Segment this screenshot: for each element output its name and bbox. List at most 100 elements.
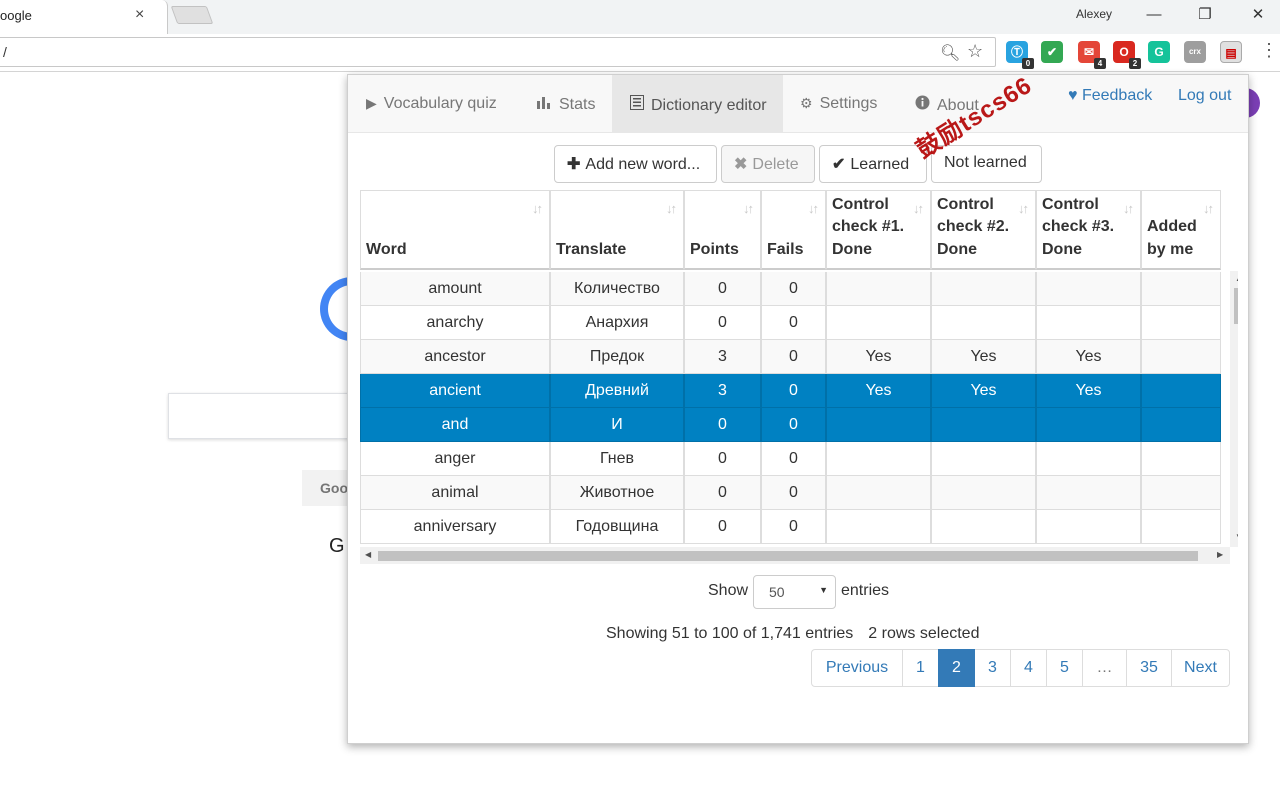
minimize-button[interactable]: —	[1142, 4, 1166, 26]
learned-button[interactable]: ✔ Learned	[819, 145, 927, 183]
table-row[interactable]: anarchy Анархия 0 0	[360, 306, 1221, 340]
scroll-left-icon[interactable]: ◀	[365, 550, 371, 559]
check-ext-icon[interactable]: ✔	[1041, 41, 1063, 63]
horizontal-scrollbar[interactable]: ◀ ▶	[360, 547, 1230, 564]
cell-fails: 0	[761, 340, 826, 374]
column-header-fails[interactable]: Fails ↓↑	[761, 190, 826, 270]
column-header-added-by-me[interactable]: Added by me ↓↑	[1141, 190, 1221, 270]
cell-control-check-1	[826, 476, 931, 510]
cell-control-check-2	[931, 306, 1036, 340]
horizontal-scroll-thumb[interactable]	[378, 551, 1198, 561]
cell-fails: 0	[761, 510, 826, 544]
column-header-label: Translate	[556, 240, 627, 258]
profile-name[interactable]: Alexey	[1076, 7, 1112, 21]
scroll-right-icon[interactable]: ▶	[1217, 550, 1223, 559]
column-header-control-check-1[interactable]: Control check #1. Done ↓↑	[826, 190, 931, 270]
page-5-button[interactable]: 5	[1046, 649, 1083, 687]
mail-ext-icon[interactable]: ✉ 4	[1078, 41, 1106, 69]
zoom-icon[interactable]: 🔍︎	[940, 43, 960, 63]
delete-button[interactable]: ✖ Delete	[721, 145, 815, 183]
table-row[interactable]: anniversary Годовщина 0 0	[360, 510, 1221, 544]
page-length-select[interactable]: 50 ▼	[753, 575, 836, 609]
vertical-scrollbar[interactable]: ▲ ▼	[1230, 271, 1238, 547]
page-1-button[interactable]: 1	[902, 649, 939, 687]
cell-control-check-1	[826, 272, 931, 306]
column-header-label: Fails	[767, 240, 804, 258]
tab-settings[interactable]: ⚙ Settings	[782, 75, 893, 133]
dictionary-ext-icon[interactable]: ▤	[1220, 41, 1242, 63]
vertical-scroll-thumb[interactable]	[1234, 288, 1238, 324]
cell-control-check-3: Yes	[1036, 340, 1141, 374]
tab-stats[interactable]: Stats	[518, 75, 611, 133]
column-header-translate[interactable]: Translate ↓↑	[550, 190, 684, 270]
sort-icon: ↓↑	[1018, 201, 1029, 216]
bookmark-star-icon[interactable]: ☆	[967, 41, 983, 62]
page-4-button[interactable]: 4	[1010, 649, 1047, 687]
list-icon	[630, 95, 644, 113]
column-header-control-check-3[interactable]: Control check #3. Done ↓↑	[1036, 190, 1141, 270]
cell-translate: Предок	[550, 340, 684, 374]
next-page-button[interactable]: Next	[1171, 649, 1230, 687]
table-row[interactable]: ancestor Предок 3 0 Yes Yes Yes	[360, 340, 1221, 374]
cell-control-check-2	[931, 510, 1036, 544]
cell-control-check-3	[1036, 442, 1141, 476]
x-icon: ✖	[734, 156, 748, 173]
cell-added-by-me	[1141, 272, 1221, 306]
previous-page-button[interactable]: Previous	[811, 649, 903, 687]
feedback-link[interactable]: ♥ Feedback	[1068, 87, 1152, 105]
translate-ext-icon[interactable]: Ⓣ 0	[1006, 41, 1034, 69]
logout-link[interactable]: Log out	[1178, 87, 1231, 105]
column-header-label: Added by me	[1147, 218, 1197, 258]
entries-label: entries	[841, 582, 890, 599]
table-row[interactable]: animal Животное 0 0	[360, 476, 1221, 510]
cell-word: anarchy	[360, 306, 550, 340]
play-icon: ▶	[366, 95, 377, 111]
page-2-button[interactable]: 2	[938, 649, 975, 687]
scroll-down-icon[interactable]: ▼	[1235, 532, 1238, 541]
cell-fails: 0	[761, 272, 826, 306]
cell-control-check-2	[931, 442, 1036, 476]
page-35-button[interactable]: 35	[1126, 649, 1172, 687]
new-tab-button[interactable]	[170, 6, 214, 24]
tab-vocabulary-quiz[interactable]: ▶ Vocabulary quiz	[348, 75, 513, 133]
browser-menu-icon[interactable]: ⋮	[1260, 40, 1278, 61]
cell-control-check-1: Yes	[826, 340, 931, 374]
table-row[interactable]: and И 0 0	[360, 408, 1221, 442]
cell-control-check-2	[931, 272, 1036, 306]
column-header-word[interactable]: Word ↓↑	[360, 190, 550, 270]
add-word-button[interactable]: ✚ Add new word...	[554, 145, 717, 183]
learned-label: Learned	[850, 156, 910, 173]
table-body: amount Количество 0 0 anarchy Анархия 0 0 ancest…	[360, 272, 1221, 544]
restore-button[interactable]: ❐	[1193, 4, 1217, 26]
tab-close-icon[interactable]: ×	[135, 6, 144, 24]
cell-translate: Животное	[550, 476, 684, 510]
cell-control-check-1	[826, 442, 931, 476]
feedback-label: Feedback	[1081, 87, 1153, 104]
plus-icon: ✚	[567, 156, 581, 173]
address-text: /	[3, 44, 7, 60]
table-row[interactable]: anger Гнев 0 0	[360, 442, 1221, 476]
sort-icon: ↓↑	[666, 201, 677, 216]
google-search-box[interactable]	[168, 393, 368, 439]
page-3-button[interactable]: 3	[974, 649, 1011, 687]
crx-ext-icon[interactable]: crx	[1184, 41, 1206, 63]
tab-label: Vocabulary quiz	[383, 95, 497, 112]
table-row[interactable]: amount Количество 0 0	[360, 272, 1221, 306]
browser-tab[interactable]: oogle ×	[0, 0, 168, 34]
heart-icon: ♥	[1068, 87, 1078, 104]
gear-icon: ⚙	[800, 95, 813, 111]
close-window-button[interactable]: ✕	[1246, 4, 1270, 26]
tab-dictionary-editor[interactable]: Dictionary editor	[612, 75, 783, 133]
bar-chart-icon	[536, 95, 552, 112]
grammarly-ext-icon[interactable]: G	[1148, 41, 1170, 63]
table-row[interactable]: ancient Древний 3 0 Yes Yes Yes	[360, 374, 1221, 408]
cell-added-by-me	[1141, 442, 1221, 476]
column-header-points[interactable]: Points ↓↑	[684, 190, 761, 270]
cell-points: 3	[684, 374, 761, 408]
cell-word: ancestor	[360, 340, 550, 374]
column-header-control-check-2[interactable]: Control check #2. Done ↓↑	[931, 190, 1036, 270]
scroll-up-icon[interactable]: ▲	[1235, 274, 1238, 283]
cell-added-by-me	[1141, 510, 1221, 544]
address-bar[interactable]: / 🔍︎ ☆	[0, 37, 996, 67]
opera-ext-icon[interactable]: O2	[1113, 41, 1141, 69]
